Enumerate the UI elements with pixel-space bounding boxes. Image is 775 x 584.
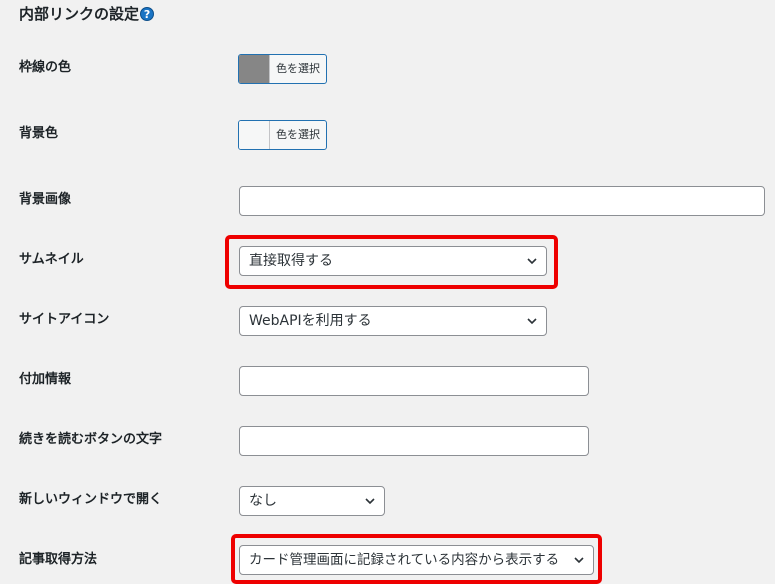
chevron-down-icon (365, 498, 375, 505)
section-title: 内部リンクの設定 ? (19, 4, 155, 24)
border-color-picker-label: 色を選択 (276, 62, 320, 75)
read-more-text-input[interactable] (239, 426, 589, 456)
section-title-text: 内部リンクの設定 (19, 5, 140, 23)
site-icon-select[interactable]: WebAPIを利用する (239, 306, 547, 336)
new-window-select[interactable]: なし (239, 486, 385, 516)
background-image-input[interactable] (239, 186, 765, 216)
background-image-label: 背景画像 (19, 192, 72, 207)
article-fetch-label: 記事取得方法 (19, 552, 98, 567)
new-window-label: 新しいウィンドウで開く (19, 492, 163, 507)
additional-info-label: 付加情報 (19, 372, 72, 387)
article-fetch-select-value: カード管理画面に記録されている内容から表示する (249, 552, 560, 568)
background-color-picker-button[interactable]: 色を選択 (238, 120, 327, 150)
background-color-label: 背景色 (19, 126, 59, 141)
read-more-text-label: 続きを読むボタンの文字 (19, 432, 163, 447)
background-color-swatch (239, 121, 270, 149)
border-color-swatch (239, 55, 270, 83)
article-fetch-select[interactable]: カード管理画面に記録されている内容から表示する (239, 545, 594, 575)
thumbnail-select-value: 直接取得する (249, 253, 333, 269)
new-window-select-value: なし (249, 493, 277, 509)
chevron-down-icon (527, 318, 537, 325)
background-color-picker-label: 色を選択 (276, 128, 320, 141)
help-icon[interactable]: ? (140, 7, 155, 21)
chevron-down-icon (574, 557, 584, 564)
additional-info-input[interactable] (239, 366, 589, 396)
site-icon-label: サイトアイコン (19, 312, 110, 327)
site-icon-select-value: WebAPIを利用する (249, 313, 372, 329)
border-color-label: 枠線の色 (19, 60, 72, 75)
chevron-down-icon (527, 258, 537, 265)
border-color-picker-button[interactable]: 色を選択 (238, 54, 327, 84)
thumbnail-select[interactable]: 直接取得する (239, 246, 547, 276)
thumbnail-label: サムネイル (19, 252, 84, 267)
